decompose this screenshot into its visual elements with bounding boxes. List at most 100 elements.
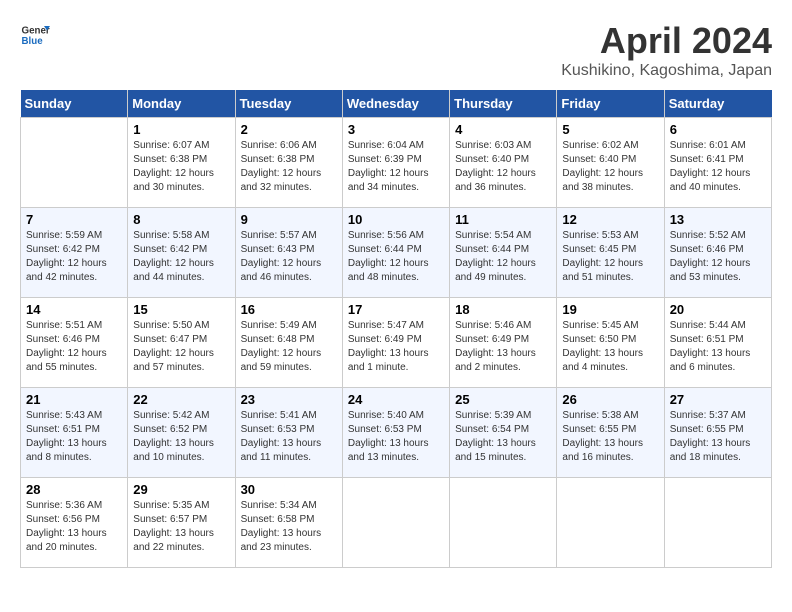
- day-info: Sunrise: 5:56 AM Sunset: 6:44 PM Dayligh…: [348, 229, 444, 285]
- day-number: 23: [241, 392, 337, 407]
- calendar-cell: [664, 478, 771, 568]
- day-number: 8: [133, 212, 229, 227]
- day-number: 2: [241, 122, 337, 137]
- calendar-cell: 21 Sunrise: 5:43 AM Sunset: 6:51 PM Dayli…: [21, 388, 128, 478]
- calendar-cell: 18 Sunrise: 5:46 AM Sunset: 6:49 PM Dayli…: [450, 298, 557, 388]
- day-info: Sunrise: 6:07 AM Sunset: 6:38 PM Dayligh…: [133, 139, 229, 195]
- calendar-cell: 11 Sunrise: 5:54 AM Sunset: 6:44 PM Dayli…: [450, 208, 557, 298]
- day-number: 22: [133, 392, 229, 407]
- day-info: Sunrise: 5:46 AM Sunset: 6:49 PM Dayligh…: [455, 319, 551, 375]
- day-info: Sunrise: 6:01 AM Sunset: 6:41 PM Dayligh…: [670, 139, 766, 195]
- day-info: Sunrise: 5:34 AM Sunset: 6:58 PM Dayligh…: [241, 499, 337, 555]
- svg-text:Blue: Blue: [22, 36, 44, 47]
- day-of-week-header: Saturday: [664, 90, 771, 118]
- day-number: 17: [348, 302, 444, 317]
- day-info: Sunrise: 6:02 AM Sunset: 6:40 PM Dayligh…: [562, 139, 658, 195]
- calendar-week-row: 14 Sunrise: 5:51 AM Sunset: 6:46 PM Dayli…: [21, 298, 772, 388]
- calendar-cell: 29Sunrise: 5:35 AM Sunset: 6:57 PM Dayli…: [128, 478, 235, 568]
- header: General Blue April 2024 Kushikino, Kagos…: [20, 20, 772, 80]
- day-info: Sunrise: 5:43 AM Sunset: 6:51 PM Dayligh…: [26, 409, 122, 465]
- calendar-cell: [450, 478, 557, 568]
- day-number: 14: [26, 302, 122, 317]
- day-info: Sunrise: 5:37 AM Sunset: 6:55 PM Dayligh…: [670, 409, 766, 465]
- calendar-cell: 14 Sunrise: 5:51 AM Sunset: 6:46 PM Dayli…: [21, 298, 128, 388]
- month-title: April 2024: [561, 20, 772, 62]
- calendar-cell: 17 Sunrise: 5:47 AM Sunset: 6:49 PM Dayli…: [342, 298, 449, 388]
- day-number: 15: [133, 302, 229, 317]
- day-number: 20: [670, 302, 766, 317]
- day-number: 21: [26, 392, 122, 407]
- day-number: 12: [562, 212, 658, 227]
- day-info: Sunrise: 5:54 AM Sunset: 6:44 PM Dayligh…: [455, 229, 551, 285]
- day-of-week-header: Wednesday: [342, 90, 449, 118]
- day-number: 11: [455, 212, 551, 227]
- day-info: Sunrise: 5:57 AM Sunset: 6:43 PM Dayligh…: [241, 229, 337, 285]
- day-info: Sunrise: 5:49 AM Sunset: 6:48 PM Dayligh…: [241, 319, 337, 375]
- day-info: Sunrise: 6:06 AM Sunset: 6:38 PM Dayligh…: [241, 139, 337, 195]
- calendar-cell: 25 Sunrise: 5:39 AM Sunset: 6:54 PM Dayli…: [450, 388, 557, 478]
- day-number: 28: [26, 482, 122, 497]
- day-info: Sunrise: 5:44 AM Sunset: 6:51 PM Dayligh…: [670, 319, 766, 375]
- day-info: Sunrise: 5:52 AM Sunset: 6:46 PM Dayligh…: [670, 229, 766, 285]
- day-number: 16: [241, 302, 337, 317]
- calendar-week-row: 28Sunrise: 5:36 AM Sunset: 6:56 PM Dayli…: [21, 478, 772, 568]
- calendar-cell: 13 Sunrise: 5:52 AM Sunset: 6:46 PM Dayli…: [664, 208, 771, 298]
- calendar-cell: 22 Sunrise: 5:42 AM Sunset: 6:52 PM Dayli…: [128, 388, 235, 478]
- day-number: 30: [241, 482, 337, 497]
- calendar-cell: 26 Sunrise: 5:38 AM Sunset: 6:55 PM Dayli…: [557, 388, 664, 478]
- calendar-cell: 24Sunrise: 5:40 AM Sunset: 6:53 PM Dayli…: [342, 388, 449, 478]
- title-section: April 2024 Kushikino, Kagoshima, Japan: [561, 20, 772, 80]
- day-number: 6: [670, 122, 766, 137]
- calendar-header-row: SundayMondayTuesdayWednesdayThursdayFrid…: [21, 90, 772, 118]
- calendar-cell: 1 Sunrise: 6:07 AM Sunset: 6:38 PM Daylig…: [128, 118, 235, 208]
- day-of-week-header: Friday: [557, 90, 664, 118]
- day-number: 13: [670, 212, 766, 227]
- calendar-cell: 12 Sunrise: 5:53 AM Sunset: 6:45 PM Dayli…: [557, 208, 664, 298]
- calendar-cell: 20 Sunrise: 5:44 AM Sunset: 6:51 PM Dayli…: [664, 298, 771, 388]
- calendar-week-row: 21 Sunrise: 5:43 AM Sunset: 6:51 PM Dayli…: [21, 388, 772, 478]
- calendar-cell: 7 Sunrise: 5:59 AM Sunset: 6:42 PM Daylig…: [21, 208, 128, 298]
- calendar-cell: 4 Sunrise: 6:03 AM Sunset: 6:40 PM Daylig…: [450, 118, 557, 208]
- day-info: Sunrise: 5:41 AM Sunset: 6:53 PM Dayligh…: [241, 409, 337, 465]
- calendar-cell: 2 Sunrise: 6:06 AM Sunset: 6:38 PM Daylig…: [235, 118, 342, 208]
- calendar-week-row: 7 Sunrise: 5:59 AM Sunset: 6:42 PM Daylig…: [21, 208, 772, 298]
- day-info: Sunrise: 6:04 AM Sunset: 6:39 PM Dayligh…: [348, 139, 444, 195]
- day-number: 7: [26, 212, 122, 227]
- calendar-cell: 9Sunrise: 5:57 AM Sunset: 6:43 PM Daylig…: [235, 208, 342, 298]
- calendar-cell: 16 Sunrise: 5:49 AM Sunset: 6:48 PM Dayli…: [235, 298, 342, 388]
- day-info: Sunrise: 5:51 AM Sunset: 6:46 PM Dayligh…: [26, 319, 122, 375]
- day-info: Sunrise: 5:50 AM Sunset: 6:47 PM Dayligh…: [133, 319, 229, 375]
- day-number: 3: [348, 122, 444, 137]
- day-number: 24: [348, 392, 444, 407]
- day-info: Sunrise: 6:03 AM Sunset: 6:40 PM Dayligh…: [455, 139, 551, 195]
- day-number: 4: [455, 122, 551, 137]
- day-number: 27: [670, 392, 766, 407]
- day-number: 26: [562, 392, 658, 407]
- calendar-cell: 3 Sunrise: 6:04 AM Sunset: 6:39 PM Daylig…: [342, 118, 449, 208]
- calendar-cell: 6 Sunrise: 6:01 AM Sunset: 6:41 PM Daylig…: [664, 118, 771, 208]
- calendar-cell: 19Sunrise: 5:45 AM Sunset: 6:50 PM Dayli…: [557, 298, 664, 388]
- calendar-cell: 23 Sunrise: 5:41 AM Sunset: 6:53 PM Dayli…: [235, 388, 342, 478]
- day-of-week-header: Thursday: [450, 90, 557, 118]
- day-info: Sunrise: 5:35 AM Sunset: 6:57 PM Dayligh…: [133, 499, 229, 555]
- day-info: Sunrise: 5:38 AM Sunset: 6:55 PM Dayligh…: [562, 409, 658, 465]
- day-info: Sunrise: 5:59 AM Sunset: 6:42 PM Dayligh…: [26, 229, 122, 285]
- day-number: 19: [562, 302, 658, 317]
- calendar-cell: 15 Sunrise: 5:50 AM Sunset: 6:47 PM Dayli…: [128, 298, 235, 388]
- logo: General Blue: [20, 20, 50, 50]
- calendar-week-row: 1 Sunrise: 6:07 AM Sunset: 6:38 PM Daylig…: [21, 118, 772, 208]
- calendar-cell: 30 Sunrise: 5:34 AM Sunset: 6:58 PM Dayli…: [235, 478, 342, 568]
- day-info: Sunrise: 5:47 AM Sunset: 6:49 PM Dayligh…: [348, 319, 444, 375]
- calendar-cell: 28Sunrise: 5:36 AM Sunset: 6:56 PM Dayli…: [21, 478, 128, 568]
- calendar-cell: 5Sunrise: 6:02 AM Sunset: 6:40 PM Daylig…: [557, 118, 664, 208]
- calendar-table: SundayMondayTuesdayWednesdayThursdayFrid…: [20, 90, 772, 568]
- day-of-week-header: Sunday: [21, 90, 128, 118]
- day-info: Sunrise: 5:39 AM Sunset: 6:54 PM Dayligh…: [455, 409, 551, 465]
- location-title: Kushikino, Kagoshima, Japan: [561, 62, 772, 80]
- day-number: 25: [455, 392, 551, 407]
- day-number: 1: [133, 122, 229, 137]
- day-info: Sunrise: 5:53 AM Sunset: 6:45 PM Dayligh…: [562, 229, 658, 285]
- day-info: Sunrise: 5:42 AM Sunset: 6:52 PM Dayligh…: [133, 409, 229, 465]
- day-number: 18: [455, 302, 551, 317]
- day-number: 10: [348, 212, 444, 227]
